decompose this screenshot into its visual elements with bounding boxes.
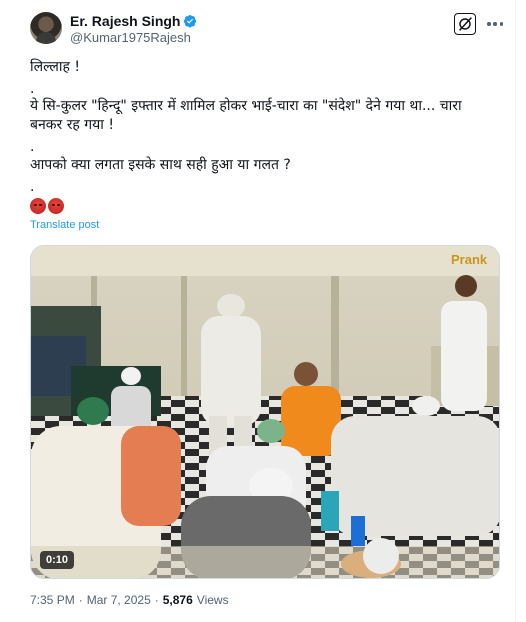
views-count: 5,876 (162, 593, 193, 607)
more-options-button[interactable] (485, 15, 505, 33)
post-text-dot: . (30, 139, 35, 155)
post-time[interactable]: 7:35 PM (30, 593, 75, 607)
verified-badge-icon (184, 14, 197, 28)
angry-face-emoji (30, 198, 46, 214)
grok-icon[interactable] (454, 13, 476, 35)
post-meta: 7:35 PM · Mar 7, 2025 · 5,876 Views (30, 593, 229, 607)
column-divider (515, 0, 516, 622)
video-watermark: Prank (451, 252, 488, 267)
translate-post-link[interactable]: Translate post (30, 219, 99, 231)
author-handle[interactable]: @Kumar1975Rajesh (70, 30, 191, 45)
emoji-row (30, 198, 64, 214)
avatar[interactable] (30, 12, 62, 44)
post-date[interactable]: Mar 7, 2025 (87, 593, 151, 607)
video-duration-badge: 0:10 (40, 551, 75, 569)
author-name-row: Er. Rajesh Singh (70, 12, 197, 29)
angry-face-emoji (48, 198, 64, 214)
views-label: Views (196, 593, 229, 607)
author-display-name[interactable]: Er. Rajesh Singh (70, 13, 180, 29)
video-player[interactable]: Prank (30, 245, 500, 579)
post-text-line: ये सि-कुलर "हिन्दू" इफ्तार में शामिल होक… (30, 98, 462, 114)
post-text-line: लिल्लाह ! (30, 59, 81, 75)
more-dot (499, 22, 503, 26)
more-dot (493, 22, 497, 26)
meta-separator: · (154, 593, 159, 607)
meta-separator: · (78, 593, 83, 607)
more-dots-icon (487, 22, 491, 26)
video-frame: Prank (31, 246, 499, 578)
post-text-dot: . (30, 179, 35, 195)
post-text-line: बनकर रह गया ! (30, 117, 114, 133)
post-text-line: आपको क्या लगता इसके साथ सही हुआ या गलत ? (30, 157, 291, 173)
tweet-card: Er. Rajesh Singh @Kumar1975Rajesh लिल्ला… (0, 0, 526, 622)
